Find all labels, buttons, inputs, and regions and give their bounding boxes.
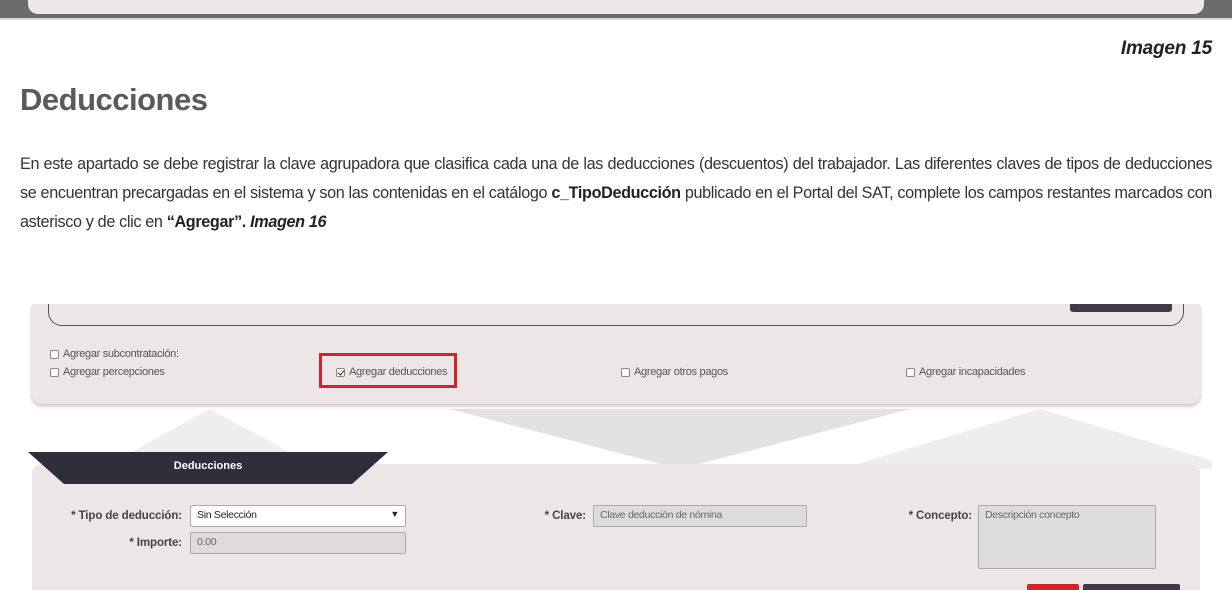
clave-placeholder: Clave deducción de nómina <box>600 509 723 521</box>
previous-screenshot-panel <box>28 0 1204 14</box>
previous-section-button[interactable] <box>1070 304 1172 312</box>
image-caption: Imagen 15 <box>1120 38 1212 59</box>
checkbox-icon[interactable] <box>621 367 630 377</box>
tipo-deduccion-select[interactable]: Sin Selección ▼ <box>190 505 406 527</box>
concepto-label: * Concepto: <box>908 510 973 522</box>
checkbox-icon[interactable] <box>50 367 59 377</box>
checkbox-icon[interactable] <box>906 367 915 377</box>
catalog-name: c_TipoDeducción <box>551 184 681 202</box>
importe-value: 0.00 <box>197 536 217 548</box>
form-screenshot: Agregar subcontratación: Agregar percepc… <box>20 304 1212 590</box>
dropdown-arrow-icon: ▼ <box>390 509 399 519</box>
image-reference: Imagen 16 <box>250 213 327 231</box>
clave-input[interactable]: Clave deducción de nómina <box>593 505 807 527</box>
tipo-deduccion-value: Sin Selección <box>197 509 257 521</box>
concepto-placeholder: Descripción concepto <box>985 509 1080 521</box>
options-panel: Agregar subcontratación: Agregar percepc… <box>32 304 1200 404</box>
checkbox-label: Agregar percepciones <box>63 366 165 378</box>
section-paragraph: En este apartado se debe registrar la cl… <box>20 150 1212 237</box>
clave-label: * Clave: <box>544 510 586 522</box>
checkbox-icon[interactable] <box>50 349 59 359</box>
checkbox-otros-pagos[interactable]: Agregar otros pagos <box>621 366 728 378</box>
checkbox-label: Agregar subcontratación: <box>63 348 179 360</box>
cancel-button[interactable] <box>1027 584 1079 590</box>
importe-input[interactable]: 0.00 <box>190 532 406 554</box>
button-reference: “Agregar”. <box>166 213 247 231</box>
tipo-deduccion-label: * Tipo de deducción: <box>71 510 182 522</box>
concepto-textarea[interactable]: Descripción concepto <box>978 505 1156 569</box>
importe-label: * Importe: <box>129 537 182 549</box>
deducciones-tab: Deducciones <box>28 452 388 484</box>
previous-section-box <box>48 304 1184 326</box>
add-button[interactable] <box>1083 584 1180 590</box>
background-shape <box>840 409 1212 469</box>
checkbox-incapacidades[interactable]: Agregar incapacidades <box>906 366 1026 378</box>
checkbox-label: Agregar incapacidades <box>919 366 1026 378</box>
checkbox-percepciones[interactable]: Agregar percepciones <box>50 366 165 378</box>
highlight-box <box>319 353 457 388</box>
checkbox-subcontratacion[interactable]: Agregar subcontratación: <box>50 348 179 360</box>
checkbox-label: Agregar otros pagos <box>634 366 728 378</box>
previous-screenshot-fragment <box>0 0 1232 20</box>
section-title: Deducciones <box>20 82 208 117</box>
deducciones-tab-label: Deducciones <box>173 460 243 472</box>
